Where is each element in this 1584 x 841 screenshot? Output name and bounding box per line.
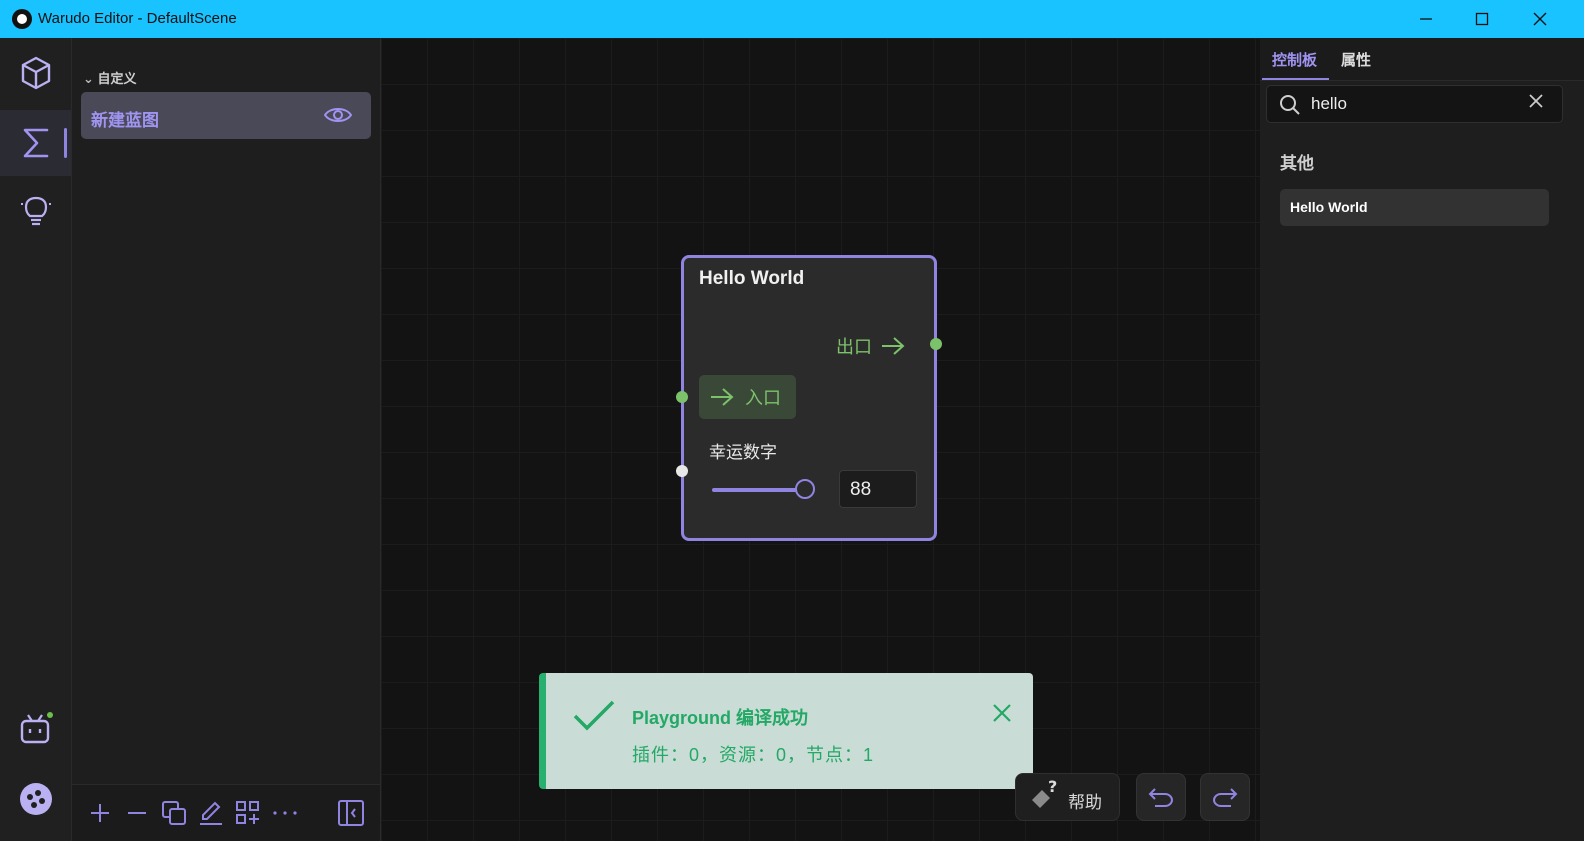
remove-blueprint-button[interactable] [123,799,151,827]
app-logo-icon [12,9,32,29]
clear-search-button[interactable] [1528,92,1544,115]
rail-assets-button[interactable] [0,40,71,106]
minimize-button[interactable] [1398,0,1454,38]
rail-account-button[interactable] [0,766,71,832]
toast-message: 插件：0，资源：0，节点：1 [632,745,875,765]
rail-bilibili-button[interactable] [0,696,71,762]
help-button[interactable]: ? 帮助 [1015,773,1120,821]
rename-blueprint-button[interactable] [197,799,225,827]
help-label: 帮助 [1068,793,1102,812]
window-title: Warudo Editor - DefaultScene [38,10,237,27]
close-icon [1533,12,1547,26]
right-panel-tabs: 控制板 属性 [1260,38,1584,81]
blueprint-item[interactable]: 新建蓝图 [81,92,371,139]
search-result-label: Hello World [1290,199,1368,215]
arrow-right-icon [711,388,734,406]
tab-control-panel[interactable]: 控制板 [1261,49,1330,80]
lucky-number-port[interactable] [676,465,688,477]
close-icon [993,704,1011,722]
svg-text:?: ? [1048,780,1057,796]
entry-port[interactable] [676,391,688,403]
search-icon [1280,95,1300,115]
group-label: 自定义 [97,71,137,86]
more-icon [273,811,297,815]
lucky-number-slider-thumb[interactable] [795,479,815,499]
search-input[interactable]: hello [1311,94,1347,114]
undo-button[interactable] [1136,773,1186,821]
exit-label-text: 出口 [836,337,872,357]
exit-flow-label: 出口 [836,333,906,359]
edit-icon [200,801,222,825]
lucky-number-slider-track[interactable] [712,488,807,492]
add-grid-icon [236,801,259,824]
cube-icon [21,56,50,90]
collapse-panel-button[interactable] [337,799,365,827]
minimize-icon [1420,18,1432,20]
eye-icon[interactable] [323,104,353,131]
lucky-number-input[interactable]: 88 [839,470,917,508]
add-node-button[interactable] [234,799,262,827]
close-icon [1529,94,1543,108]
duplicate-blueprint-button[interactable] [160,799,188,827]
help-book-icon: ? [1032,780,1057,808]
tab-properties[interactable]: 属性 [1341,49,1371,70]
blueprint-item-label: 新建蓝图 [91,111,159,130]
warudo-logo-icon [19,783,52,815]
duplicate-icon [162,801,186,825]
entry-label-text: 入口 [745,388,781,408]
status-dot [46,712,53,718]
maximize-icon [1475,12,1489,26]
undo-icon [1148,788,1174,807]
redo-icon [1212,788,1238,807]
node-graph-canvas[interactable]: Hello World 出口 入口 幸运数字 88 Playground 编译成… [381,38,1260,841]
rail-blueprints-button[interactable] [0,110,71,176]
lucky-number-label: 幸运数字 [709,443,777,462]
compile-success-toast: Playground 编译成功 插件：0，资源：0，节点：1 [539,673,1033,789]
collapse-panel-icon [338,800,364,826]
maximize-button[interactable] [1454,0,1510,38]
toast-title: Playground 编译成功 [632,708,809,728]
title-bar: Warudo Editor - DefaultScene [0,0,1584,38]
chevron-down-icon: ⌄ [83,71,94,86]
group-header[interactable]: ⌄ 自定义 [83,68,137,87]
add-blueprint-button[interactable] [86,799,114,827]
hello-world-node[interactable]: Hello World 出口 入口 幸运数字 88 [676,255,942,541]
toast-close-button[interactable] [993,701,1011,729]
more-button[interactable] [271,799,299,827]
check-icon [573,700,615,731]
node-search-box[interactable]: hello [1266,85,1563,123]
rail-plugins-button[interactable] [0,178,71,244]
bilibili-tv-icon [20,712,53,744]
right-panel: 控制板 属性 hello 其他 Hello World [1260,38,1584,841]
activity-rail [0,38,72,841]
plus-icon [91,804,109,822]
redo-button[interactable] [1200,773,1250,821]
exit-port[interactable] [930,338,942,350]
entry-flow-button[interactable]: 入口 [699,375,796,419]
result-category: 其他 [1280,154,1314,173]
search-result-item[interactable]: Hello World [1280,189,1549,226]
blueprint-toolbar [72,784,380,841]
sigma-icon [23,128,48,158]
minus-icon [128,812,146,814]
blueprint-panel: ⌄ 自定义 新建蓝图 [72,38,381,841]
node-title: Hello World [699,268,805,289]
arrow-right-icon [882,337,905,355]
close-window-button[interactable] [1512,0,1568,38]
lightbulb-icon [20,196,51,226]
